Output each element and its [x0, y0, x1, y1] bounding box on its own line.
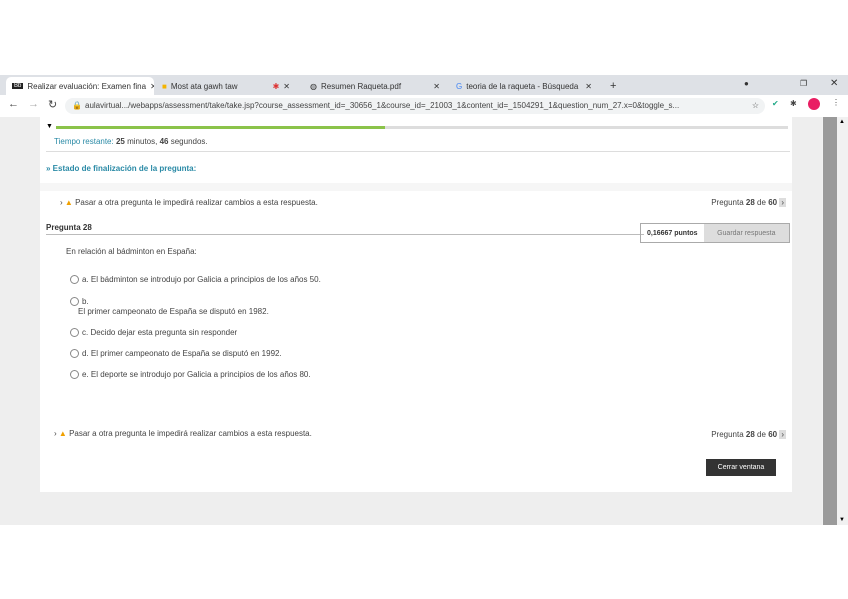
timer: Tiempo restante: 25 minutos, 46 segundos…	[54, 137, 208, 146]
lock-icon: 🔒	[72, 101, 82, 110]
next-question-icon[interactable]: ›	[779, 430, 786, 439]
tab-google-search[interactable]: Gteoria de la raqueta - Búsqueda ✕	[450, 77, 598, 95]
close-tab-icon[interactable]: ✕	[585, 82, 592, 91]
recording-icon: ✱	[272, 81, 280, 91]
back-icon[interactable]: ←	[8, 98, 19, 110]
radio-a[interactable]	[70, 275, 79, 284]
reload-icon[interactable]: ↻	[48, 98, 57, 111]
question-text: En relación al bádminton en España:	[66, 247, 197, 256]
page-content: ▼ Tiempo restante: 25 minutos, 46 segund…	[0, 117, 822, 525]
site-icon: Bb	[12, 83, 24, 89]
next-question-icon[interactable]: ›	[779, 198, 786, 207]
star-icon[interactable]: ☆	[752, 98, 759, 114]
warning-top: › ▲ Pasar a otra pregunta le impedirá re…	[60, 198, 318, 207]
puzzle-icon[interactable]: ✱	[790, 99, 797, 108]
scrollbar[interactable]: ▲ ▼	[822, 117, 848, 525]
tab-bar: Bb Realizar evaluación: Examen fina ✕ ■ Mos…	[0, 75, 848, 95]
question-nav-bottom: Pregunta 28 de 60 ›	[711, 430, 786, 439]
radio-e[interactable]	[70, 370, 79, 379]
radio-b[interactable]	[70, 297, 79, 306]
collapse-icon[interactable]: ▼	[46, 123, 53, 130]
restore-icon[interactable]: ❐	[800, 79, 807, 88]
close-tab-icon[interactable]: ✕	[150, 82, 154, 91]
warning-icon: ▲	[64, 198, 73, 207]
option-a[interactable]: a. El bádminton se introdujo por Galicia…	[70, 275, 321, 284]
globe-icon: ◍	[310, 81, 317, 91]
avatar[interactable]	[808, 98, 820, 110]
warning-bottom: › ▲ Pasar a otra pregunta le impedirá re…	[54, 429, 312, 438]
extension-icon[interactable]: ●	[744, 79, 749, 88]
time-progress-bar	[56, 126, 788, 129]
question-title: Pregunta 28	[46, 223, 92, 232]
drive-icon: ■	[162, 81, 167, 91]
option-e[interactable]: e. El deporte se introdujo por Galicia a…	[70, 370, 311, 379]
assessment-panel: ▼ Tiempo restante: 25 minutos, 46 segund…	[40, 117, 792, 492]
radio-c[interactable]	[70, 328, 79, 337]
tab-resumen-raqueta[interactable]: ◍ Resumen Raqueta.pdf ✕	[304, 77, 446, 95]
option-b[interactable]: b.	[70, 297, 89, 306]
question-status-toggle[interactable]: » Estado de finalización de la pregunta:	[46, 164, 196, 173]
tab-most[interactable]: ■ Most ata gawh taw ✱ ✕	[156, 77, 296, 95]
address-bar: ← → ↻ 🔒 aulavirtual.../webapps/assessment…	[0, 95, 848, 118]
points-box: 0,16667 puntos Guardar respuesta	[640, 223, 790, 243]
close-window-icon[interactable]: ✕	[830, 78, 838, 89]
option-d[interactable]: d. El primer campeonato de España se dis…	[70, 349, 282, 358]
menu-icon[interactable]: ⋮	[832, 98, 840, 107]
arrow-icon: ›	[60, 198, 63, 207]
warning-icon: ▲	[58, 429, 67, 438]
extension-icon[interactable]: ✔	[772, 99, 779, 108]
save-answer-button[interactable]: Guardar respuesta	[703, 224, 789, 242]
close-tab-icon[interactable]: ✕	[433, 82, 440, 91]
option-b-text: El primer campeonato de España se disput…	[78, 307, 269, 316]
close-tab-icon[interactable]: ✕	[283, 82, 290, 91]
google-icon: G	[456, 81, 463, 91]
option-c[interactable]: c. Decido dejar esta pregunta sin respon…	[70, 328, 237, 337]
points: 0,16667 puntos	[647, 229, 698, 237]
forward-icon[interactable]: →	[28, 98, 39, 110]
radio-d[interactable]	[70, 349, 79, 358]
new-tab-button[interactable]: +	[604, 77, 622, 95]
tab-realizar-evaluacion[interactable]: Bb Realizar evaluación: Examen fina ✕	[6, 77, 154, 95]
scrollbar-thumb[interactable]	[823, 117, 837, 525]
question-nav-top: Pregunta 28 de 60 ›	[711, 198, 786, 207]
close-window-button[interactable]: Cerrar ventana	[706, 459, 776, 476]
url-input[interactable]: 🔒 aulavirtual.../webapps/assessment/take/…	[65, 98, 765, 114]
